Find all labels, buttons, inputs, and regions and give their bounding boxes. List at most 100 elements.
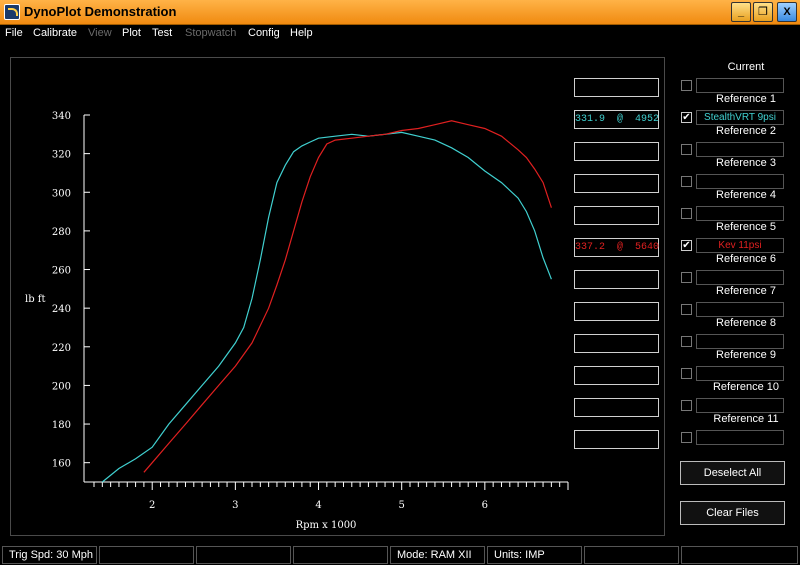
reference-file-field-9[interactable] (696, 366, 784, 381)
reference-label-6: Reference 6 (716, 253, 776, 265)
close-icon: X (783, 6, 791, 18)
y-axis-label: lb ft (25, 294, 46, 305)
series-line-1 (143, 120, 552, 473)
x-tick-label: 5 (398, 500, 404, 511)
x-tick-label: 2 (149, 500, 155, 511)
reference-checkbox-1[interactable]: ✔ (681, 112, 692, 123)
y-tick-label: 340 (52, 111, 71, 122)
reference-checkbox-4[interactable] (681, 208, 692, 219)
reference-file-field-0[interactable] (696, 78, 784, 93)
peak-readout-3 (574, 174, 659, 193)
menu-test[interactable]: Test (152, 27, 172, 39)
reference-checkbox-3[interactable] (681, 176, 692, 187)
dynoplot-app-icon[interactable] (4, 4, 20, 20)
status-cell-4: Mode: RAM XII (390, 546, 485, 564)
menu-config[interactable]: Config (248, 27, 280, 39)
torque-chart[interactable]: 160 180 200 220 240 260 280 300 320 340 2 3 4 5 6 lb ft… (11, 58, 664, 535)
status-cell-3 (293, 546, 388, 564)
reference-label-0: Current (727, 61, 765, 73)
reference-file-field-8[interactable] (696, 334, 784, 349)
y-tick-label: 160 (52, 459, 71, 470)
close-button[interactable]: X (777, 2, 797, 22)
reference-file-field-2[interactable] (696, 142, 784, 157)
reference-label-4: Reference 4 (716, 189, 776, 201)
reference-label-2: Reference 2 (716, 125, 776, 137)
menu-help[interactable]: Help (290, 27, 313, 39)
peak-readout-9 (574, 366, 659, 385)
y-tick-label: 320 (52, 150, 71, 161)
reference-checkbox-9[interactable] (681, 368, 692, 379)
peak-readout-6 (574, 270, 659, 289)
menu-file[interactable]: File (5, 27, 23, 39)
peak-readout-11 (574, 430, 659, 449)
status-cell-1 (99, 546, 194, 564)
status-cell-6 (584, 546, 679, 564)
reference-checkbox-11[interactable] (681, 432, 692, 443)
dyno-plot-area[interactable]: 160 180 200 220 240 260 280 300 320 340 2 3 4 5 6 lb ft… (10, 57, 665, 536)
x-axis-label: Rpm x 1000 (296, 520, 357, 531)
reference-checkbox-8[interactable] (681, 336, 692, 347)
restore-icon: ❐ (758, 6, 768, 18)
reference-label-1: Reference 1 (716, 93, 776, 105)
peak-readout-2 (574, 142, 659, 161)
reference-label-8: Reference 8 (716, 317, 776, 329)
y-tick-label: 220 (52, 343, 71, 354)
restore-button[interactable]: ❐ (753, 2, 773, 22)
reference-file-field-1[interactable]: StealthVRT 9psi (696, 110, 784, 125)
reference-file-field-10[interactable] (696, 398, 784, 413)
x-tick-label: 6 (482, 500, 488, 511)
status-cell-5: Units: IMP (487, 546, 582, 564)
peak-readout-4 (574, 206, 659, 225)
series-line-0 (101, 131, 552, 483)
minimize-button[interactable]: _ (731, 2, 751, 22)
reference-checkbox-7[interactable] (681, 304, 692, 315)
status-cell-2 (196, 546, 291, 564)
y-tick-label: 280 (52, 227, 71, 238)
menu-calibrate[interactable]: Calibrate (33, 27, 77, 39)
y-tick-label: 260 (52, 266, 71, 277)
x-tick-label: 4 (315, 500, 321, 511)
reference-checkbox-6[interactable] (681, 272, 692, 283)
peak-readout-8 (574, 334, 659, 353)
peak-readout-10 (574, 398, 659, 417)
menu-stopwatch[interactable]: Stopwatch (185, 27, 236, 39)
x-tick-label: 3 (232, 500, 238, 511)
reference-label-3: Reference 3 (716, 157, 776, 169)
y-tick-label: 240 (52, 304, 71, 315)
reference-file-field-3[interactable] (696, 174, 784, 189)
peak-readout-0 (574, 78, 659, 97)
reference-checkbox-2[interactable] (681, 144, 692, 155)
status-cell-7 (681, 546, 798, 564)
peak-readout-5: 337.2 @ 5640 (574, 238, 659, 257)
reference-label-9: Reference 9 (716, 349, 776, 361)
status-cell-0: Trig Spd: 30 Mph (2, 546, 97, 564)
menu-plot[interactable]: Plot (122, 27, 141, 39)
reference-file-field-4[interactable] (696, 206, 784, 221)
y-tick-label: 180 (52, 420, 71, 431)
title-bar[interactable]: DynoPlot Demonstration _ ❐ X (0, 0, 800, 25)
window-title: DynoPlot Demonstration (24, 4, 177, 19)
reference-file-field-11[interactable] (696, 430, 784, 445)
reference-file-field-7[interactable] (696, 302, 784, 317)
reference-checkbox-5[interactable]: ✔ (681, 240, 692, 251)
check-icon: ✔ (682, 112, 691, 123)
deselect-all-button[interactable]: Deselect All (680, 461, 785, 485)
peak-readout-1: 331.9 @ 4952 (574, 110, 659, 129)
reference-label-7: Reference 7 (716, 285, 776, 297)
reference-label-10: Reference 10 (712, 381, 780, 393)
minimize-icon: _ (737, 6, 745, 18)
reference-label-5: Reference 5 (716, 221, 776, 233)
menu-view[interactable]: View (88, 27, 112, 39)
y-tick-label: 300 (52, 188, 71, 199)
check-icon: ✔ (682, 240, 691, 251)
reference-file-field-5[interactable]: Kev 11psi (696, 238, 784, 253)
y-tick-label: 200 (52, 381, 71, 392)
status-bar: Trig Spd: 30 Mph Mode: RAM XII Units: IMP (0, 545, 800, 565)
clear-files-button[interactable]: Clear Files (680, 501, 785, 525)
peak-readout-7 (574, 302, 659, 321)
reference-checkbox-0[interactable] (681, 80, 692, 91)
reference-checkbox-10[interactable] (681, 400, 692, 411)
reference-file-field-6[interactable] (696, 270, 784, 285)
reference-label-11: Reference 11 (713, 413, 779, 425)
reference-panel: Current Reference 1 ✔ StealthVRT 9psi Refere… (672, 57, 800, 539)
